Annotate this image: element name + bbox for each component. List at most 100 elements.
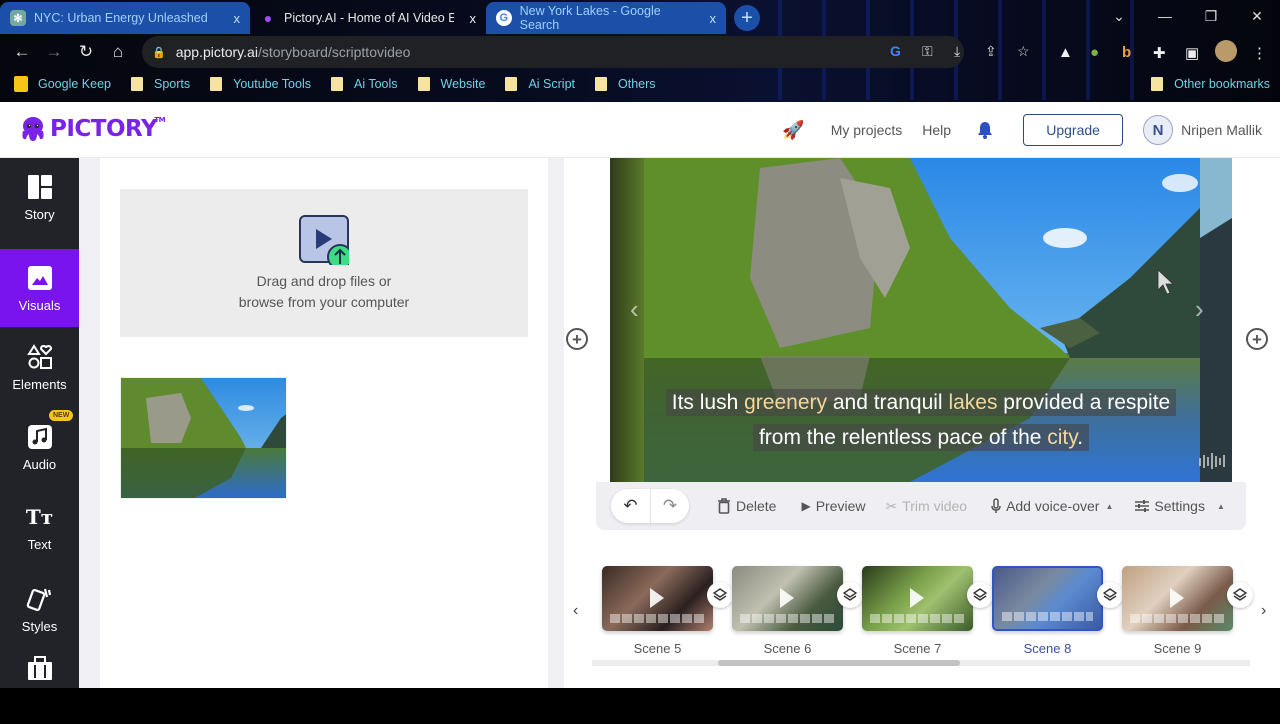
bookmark-item[interactable]: Ai Script	[505, 77, 575, 91]
new-tab-button[interactable]: +	[734, 5, 760, 31]
user-avatar[interactable]: N	[1143, 115, 1174, 145]
scene-card[interactable]: Scene 6	[732, 566, 843, 656]
scroll-left-arrow[interactable]: ‹	[573, 602, 578, 620]
caption-text: provided a respite	[997, 391, 1171, 414]
pictory-logo[interactable]: PICTORY TM	[18, 114, 166, 144]
my-projects-link[interactable]: My projects	[831, 122, 903, 138]
address-bar[interactable]: 🔒 app.pictory.ai/storyboard/scripttovide…	[142, 36, 1030, 68]
sidebar-item-story[interactable]: Story	[0, 158, 79, 236]
bookmark-item[interactable]: Google Keep	[14, 76, 111, 92]
key-icon[interactable]: ⚿	[922, 43, 933, 60]
transition-layers-icon[interactable]	[1097, 582, 1123, 608]
previous-scene-arrow[interactable]: ‹	[630, 294, 639, 325]
scene-thumbnail	[1122, 566, 1233, 631]
upload-dropzone[interactable]: Drag and drop files or browse from your …	[120, 189, 528, 337]
rocket-icon[interactable]: 🚀	[782, 120, 804, 141]
editor-panel: + + ‹ › Its lush greenery and tranquil l…	[564, 158, 1280, 688]
url-text[interactable]: app.pictory.ai/storyboard/scripttovideo	[176, 44, 411, 60]
scene-card[interactable]: Scene 7	[862, 566, 973, 656]
upgrade-button[interactable]: Upgrade	[1023, 114, 1124, 146]
forward-icon[interactable]: →	[38, 42, 70, 62]
scrollbar-thumb[interactable]	[718, 660, 960, 666]
settings-button[interactable]: Settings ▲	[1135, 498, 1225, 514]
add-voice-over-button[interactable]: Add voice-over ▲	[991, 498, 1113, 514]
caption-line-2[interactable]: from the relentless pace of the city.	[610, 424, 1232, 451]
extension-globe-icon[interactable]: ●	[1090, 44, 1099, 61]
transition-layers-icon[interactable]	[837, 582, 863, 608]
bookmark-item[interactable]: Youtube Tools	[210, 77, 311, 91]
close-tab-icon[interactable]: x	[224, 11, 241, 26]
share-icon[interactable]: ⇪	[985, 43, 997, 60]
scene-card[interactable]: Scene 9	[1122, 566, 1233, 656]
scene-card-selected[interactable]: Scene 8	[992, 566, 1103, 656]
google-lens-icon[interactable]: G	[890, 43, 901, 59]
timeline-scrollbar[interactable]	[592, 660, 1250, 666]
google-icon: G	[496, 10, 512, 26]
tab-search-icon[interactable]: ⌄	[1096, 8, 1142, 25]
sidebar-label: Audio	[22, 456, 57, 472]
restore-icon[interactable]: ❐	[1188, 8, 1234, 25]
browser-tab[interactable]: G New York Lakes - Google Search x	[486, 2, 726, 34]
minimize-icon[interactable]: —	[1142, 8, 1188, 24]
back-icon[interactable]: ←	[6, 42, 38, 62]
sidebar-item-audio[interactable]: NEW Audio	[0, 408, 79, 486]
tab-strip: ✻ NYC: Urban Energy Unleashed x ● Pictor…	[0, 0, 760, 34]
sidebar-item-text[interactable]: Tт Text	[0, 488, 79, 566]
close-tab-icon[interactable]: x	[460, 11, 477, 26]
brand-name: PICTORY TM	[50, 116, 166, 142]
play-icon	[1170, 588, 1184, 608]
caption-line-1[interactable]: Its lush greenery and tranquil lakes pro…	[610, 389, 1232, 416]
scene-preview[interactable]: ‹ › Its lush greenery and tranquil lakes…	[610, 158, 1232, 482]
scene-thumbnail	[732, 566, 843, 631]
bookmark-item[interactable]: Others	[595, 77, 656, 91]
caret-up-icon: ▲	[1216, 501, 1225, 511]
side-panel-icon[interactable]: ▣	[1185, 44, 1199, 62]
browser-tab[interactable]: ✻ NYC: Urban Energy Unleashed x	[0, 2, 250, 34]
delete-button[interactable]: Delete	[717, 498, 776, 514]
scene-label: Scene 5	[633, 641, 682, 656]
home-icon[interactable]: ⌂	[102, 42, 134, 62]
notification-bell-icon[interactable]	[977, 121, 993, 139]
sidebar-item-visuals[interactable]: Visuals	[0, 249, 79, 327]
sidebar-item-elements[interactable]: Elements	[0, 328, 79, 406]
chatgpt-icon: ✻	[10, 10, 26, 26]
bing-icon[interactable]: b	[1122, 44, 1131, 61]
folder-icon	[330, 77, 343, 91]
bookmark-item[interactable]: Sports	[130, 77, 190, 91]
bookmark-item[interactable]: Website	[417, 77, 485, 91]
bookmark-item[interactable]: Ai Tools	[330, 77, 398, 91]
close-tab-icon[interactable]: x	[700, 11, 717, 26]
extensions-puzzle-icon[interactable]: ✚	[1153, 44, 1166, 62]
new-badge: NEW	[49, 410, 74, 421]
user-name[interactable]: Nripen Mallik	[1181, 122, 1262, 138]
trim-video-button[interactable]: ✂ Trim video	[886, 498, 968, 515]
transition-layers-icon[interactable]	[707, 582, 733, 608]
menu-dots-icon[interactable]: ⋮	[1252, 44, 1267, 62]
bookmark-star-icon[interactable]: ☆	[1017, 43, 1030, 60]
browser-tab-active[interactable]: ● Pictory.AI - Home of AI Video Ed x	[250, 2, 486, 34]
undo-icon[interactable]: ↶	[611, 489, 650, 523]
redo-icon[interactable]: ↷	[650, 489, 689, 523]
sidebar-item-styles[interactable]: Styles	[0, 570, 79, 648]
scroll-right-arrow[interactable]: ›	[1261, 602, 1266, 620]
profile-avatar[interactable]	[1215, 40, 1237, 62]
reload-icon[interactable]: ↻	[70, 42, 102, 62]
close-window-icon[interactable]: ✕	[1234, 8, 1280, 25]
next-scene-arrow[interactable]: ›	[1195, 294, 1204, 325]
add-scene-before-button[interactable]: +	[566, 328, 588, 350]
preview-button[interactable]: ▶ Preview	[801, 498, 865, 514]
transition-layers-icon[interactable]	[967, 582, 993, 608]
caption-text: from the relentless pace of the	[758, 426, 1048, 449]
play-icon	[780, 588, 794, 608]
panel-divider[interactable]	[548, 158, 564, 688]
scene-thumbnail	[862, 566, 973, 631]
install-icon[interactable]: ⤓	[954, 43, 960, 60]
other-bookmarks[interactable]: Other bookmarks	[1151, 77, 1270, 91]
extension-mountain-icon[interactable]: ▲	[1058, 44, 1073, 61]
sliders-icon	[1135, 500, 1150, 512]
add-scene-after-button[interactable]: +	[1246, 328, 1268, 350]
transition-layers-icon[interactable]	[1227, 582, 1253, 608]
help-link[interactable]: Help	[922, 122, 951, 138]
scene-card[interactable]: Scene 5	[602, 566, 713, 656]
uploaded-image-thumbnail[interactable]	[120, 377, 287, 499]
